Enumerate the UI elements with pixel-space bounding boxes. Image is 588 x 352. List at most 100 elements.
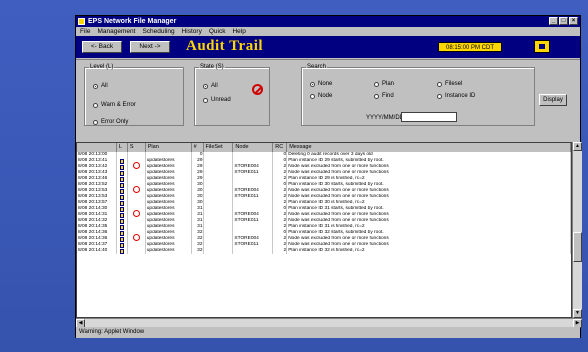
col-plan[interactable]: Plan — [146, 143, 192, 152]
divider — [76, 59, 580, 60]
scroll-down-icon[interactable]: ▼ — [573, 309, 582, 318]
table-body: 8/08 20:13:00 0 0 Deleting 0 audit records … — [77, 152, 571, 254]
info-level-icon — [120, 224, 125, 230]
search-find-radio[interactable]: Find — [374, 92, 394, 100]
back-button[interactable]: <- Back — [82, 41, 122, 53]
level-error-only-radio[interactable]: Error Only — [93, 118, 128, 126]
menu-help[interactable]: Help — [232, 27, 245, 36]
audit-table: L S Plan # FileSet Node RC Message 8/08 … — [76, 142, 572, 318]
error-state-icon — [133, 161, 141, 173]
state-all-radio[interactable]: All — [203, 82, 218, 90]
state-group: State (S) All Unread — [194, 64, 270, 126]
cell-rc: 2 — [273, 248, 288, 254]
radio-icon — [374, 93, 379, 99]
radio-icon — [437, 93, 442, 99]
col-number[interactable]: # — [192, 143, 204, 152]
info-level-icon — [120, 188, 125, 194]
error-state-icon — [133, 233, 141, 245]
table-row[interactable]: 8/08 20:14:40 updatestores 32 2 Plan instanc… — [77, 248, 571, 254]
display-button[interactable]: Display — [539, 94, 567, 106]
search-node-label: Node — [318, 93, 333, 99]
cell-fileset — [204, 248, 234, 254]
col-level[interactable]: L — [117, 143, 128, 152]
info-level-icon — [120, 230, 125, 236]
state-all-label: All — [211, 83, 218, 89]
menu-bar: File Management Scheduling History Quick… — [76, 27, 580, 36]
menu-file[interactable]: File — [80, 27, 90, 36]
info-level-icon — [120, 176, 125, 182]
col-state[interactable]: S — [128, 143, 146, 152]
error-state-icon — [133, 209, 141, 221]
cell-number: 32 — [192, 248, 204, 254]
col-rc[interactable]: RC — [273, 143, 288, 152]
info-level-icon — [120, 170, 125, 176]
close-icon[interactable]: × — [569, 17, 578, 25]
search-node-radio[interactable]: Node — [310, 92, 332, 100]
maximize-icon[interactable]: □ — [559, 17, 568, 25]
search-instance-id-radio[interactable]: Instance ID — [437, 92, 475, 100]
scroll-thumb[interactable] — [573, 232, 582, 262]
state-unread-radio[interactable]: Unread — [203, 96, 231, 104]
menu-scheduling[interactable]: Scheduling — [142, 27, 174, 36]
monitor-icon[interactable] — [534, 40, 550, 53]
app-icon — [78, 18, 85, 25]
table-header: L S Plan # FileSet Node RC Message — [77, 143, 571, 152]
info-level-icon — [120, 200, 125, 206]
vertical-scrollbar[interactable]: ▲ ▼ — [572, 142, 582, 318]
clock-display: 08:15:00 PM CDT — [438, 42, 502, 52]
search-none-radio[interactable]: None — [310, 80, 332, 88]
scroll-up-icon[interactable]: ▲ — [573, 142, 582, 151]
radio-selected-icon — [203, 83, 208, 89]
next-button[interactable]: Next -> — [130, 41, 170, 53]
level-error-only-label: Error Only — [101, 119, 129, 125]
level-legend: Level (L) — [90, 64, 114, 70]
menu-history[interactable]: History — [182, 27, 202, 36]
col-message[interactable]: Message — [287, 143, 571, 152]
cell-level — [117, 248, 128, 254]
cell-node — [233, 248, 274, 254]
level-all-label: All — [101, 83, 108, 89]
radio-icon — [437, 81, 442, 87]
search-filesel-radio[interactable]: Filesel — [437, 80, 462, 88]
desktop: EPS Network File Manager _ □ × File Mana… — [0, 0, 588, 352]
search-plan-radio[interactable]: Plan — [374, 80, 394, 88]
level-all-radio[interactable]: All — [93, 82, 108, 90]
radio-selected-icon — [310, 81, 315, 87]
col-fileset[interactable]: FileSet — [204, 143, 234, 152]
info-level-icon — [120, 236, 125, 242]
level-warn-error-radio[interactable]: Warn & Error — [93, 101, 136, 109]
search-none-label: None — [318, 81, 333, 87]
col-time[interactable] — [77, 143, 117, 152]
status-bar: Warning: Applet Window — [76, 327, 580, 338]
info-level-icon — [120, 182, 125, 188]
search-legend: Search — [307, 64, 327, 70]
window-title: EPS Network File Manager — [88, 18, 177, 25]
page-title: Audit Trail — [186, 38, 264, 54]
info-level-icon — [120, 194, 125, 200]
date-input[interactable] — [401, 112, 457, 122]
search-find-label: Find — [382, 93, 394, 99]
search-filesel-label: Filesel — [445, 81, 463, 87]
error-state-icon — [133, 185, 141, 197]
radio-icon — [93, 119, 98, 125]
radio-selected-icon — [93, 83, 98, 89]
title-bar[interactable]: EPS Network File Manager _ □ × — [76, 16, 580, 27]
radio-icon — [310, 93, 315, 99]
info-level-icon — [120, 218, 125, 224]
level-warn-error-label: Warn & Error — [101, 102, 136, 108]
window-controls: _ □ × — [549, 17, 578, 25]
minimize-icon[interactable]: _ — [549, 17, 558, 25]
prohibited-icon — [252, 84, 263, 95]
info-level-icon — [120, 158, 125, 164]
menu-management[interactable]: Management — [97, 27, 135, 36]
cell-plan: updatestores — [146, 248, 192, 254]
menu-quick[interactable]: Quick — [209, 27, 226, 36]
radio-icon — [203, 97, 208, 103]
horizontal-scrollbar[interactable]: ◀ ▶ — [76, 318, 582, 328]
state-unread-label: Unread — [211, 97, 231, 103]
info-level-icon — [120, 212, 125, 218]
info-level-icon — [120, 206, 125, 212]
toolbar: <- Back Next -> Audit Trail 08:15:00 PM … — [76, 36, 580, 58]
info-level-icon — [120, 242, 125, 248]
col-node[interactable]: Node — [233, 143, 274, 152]
